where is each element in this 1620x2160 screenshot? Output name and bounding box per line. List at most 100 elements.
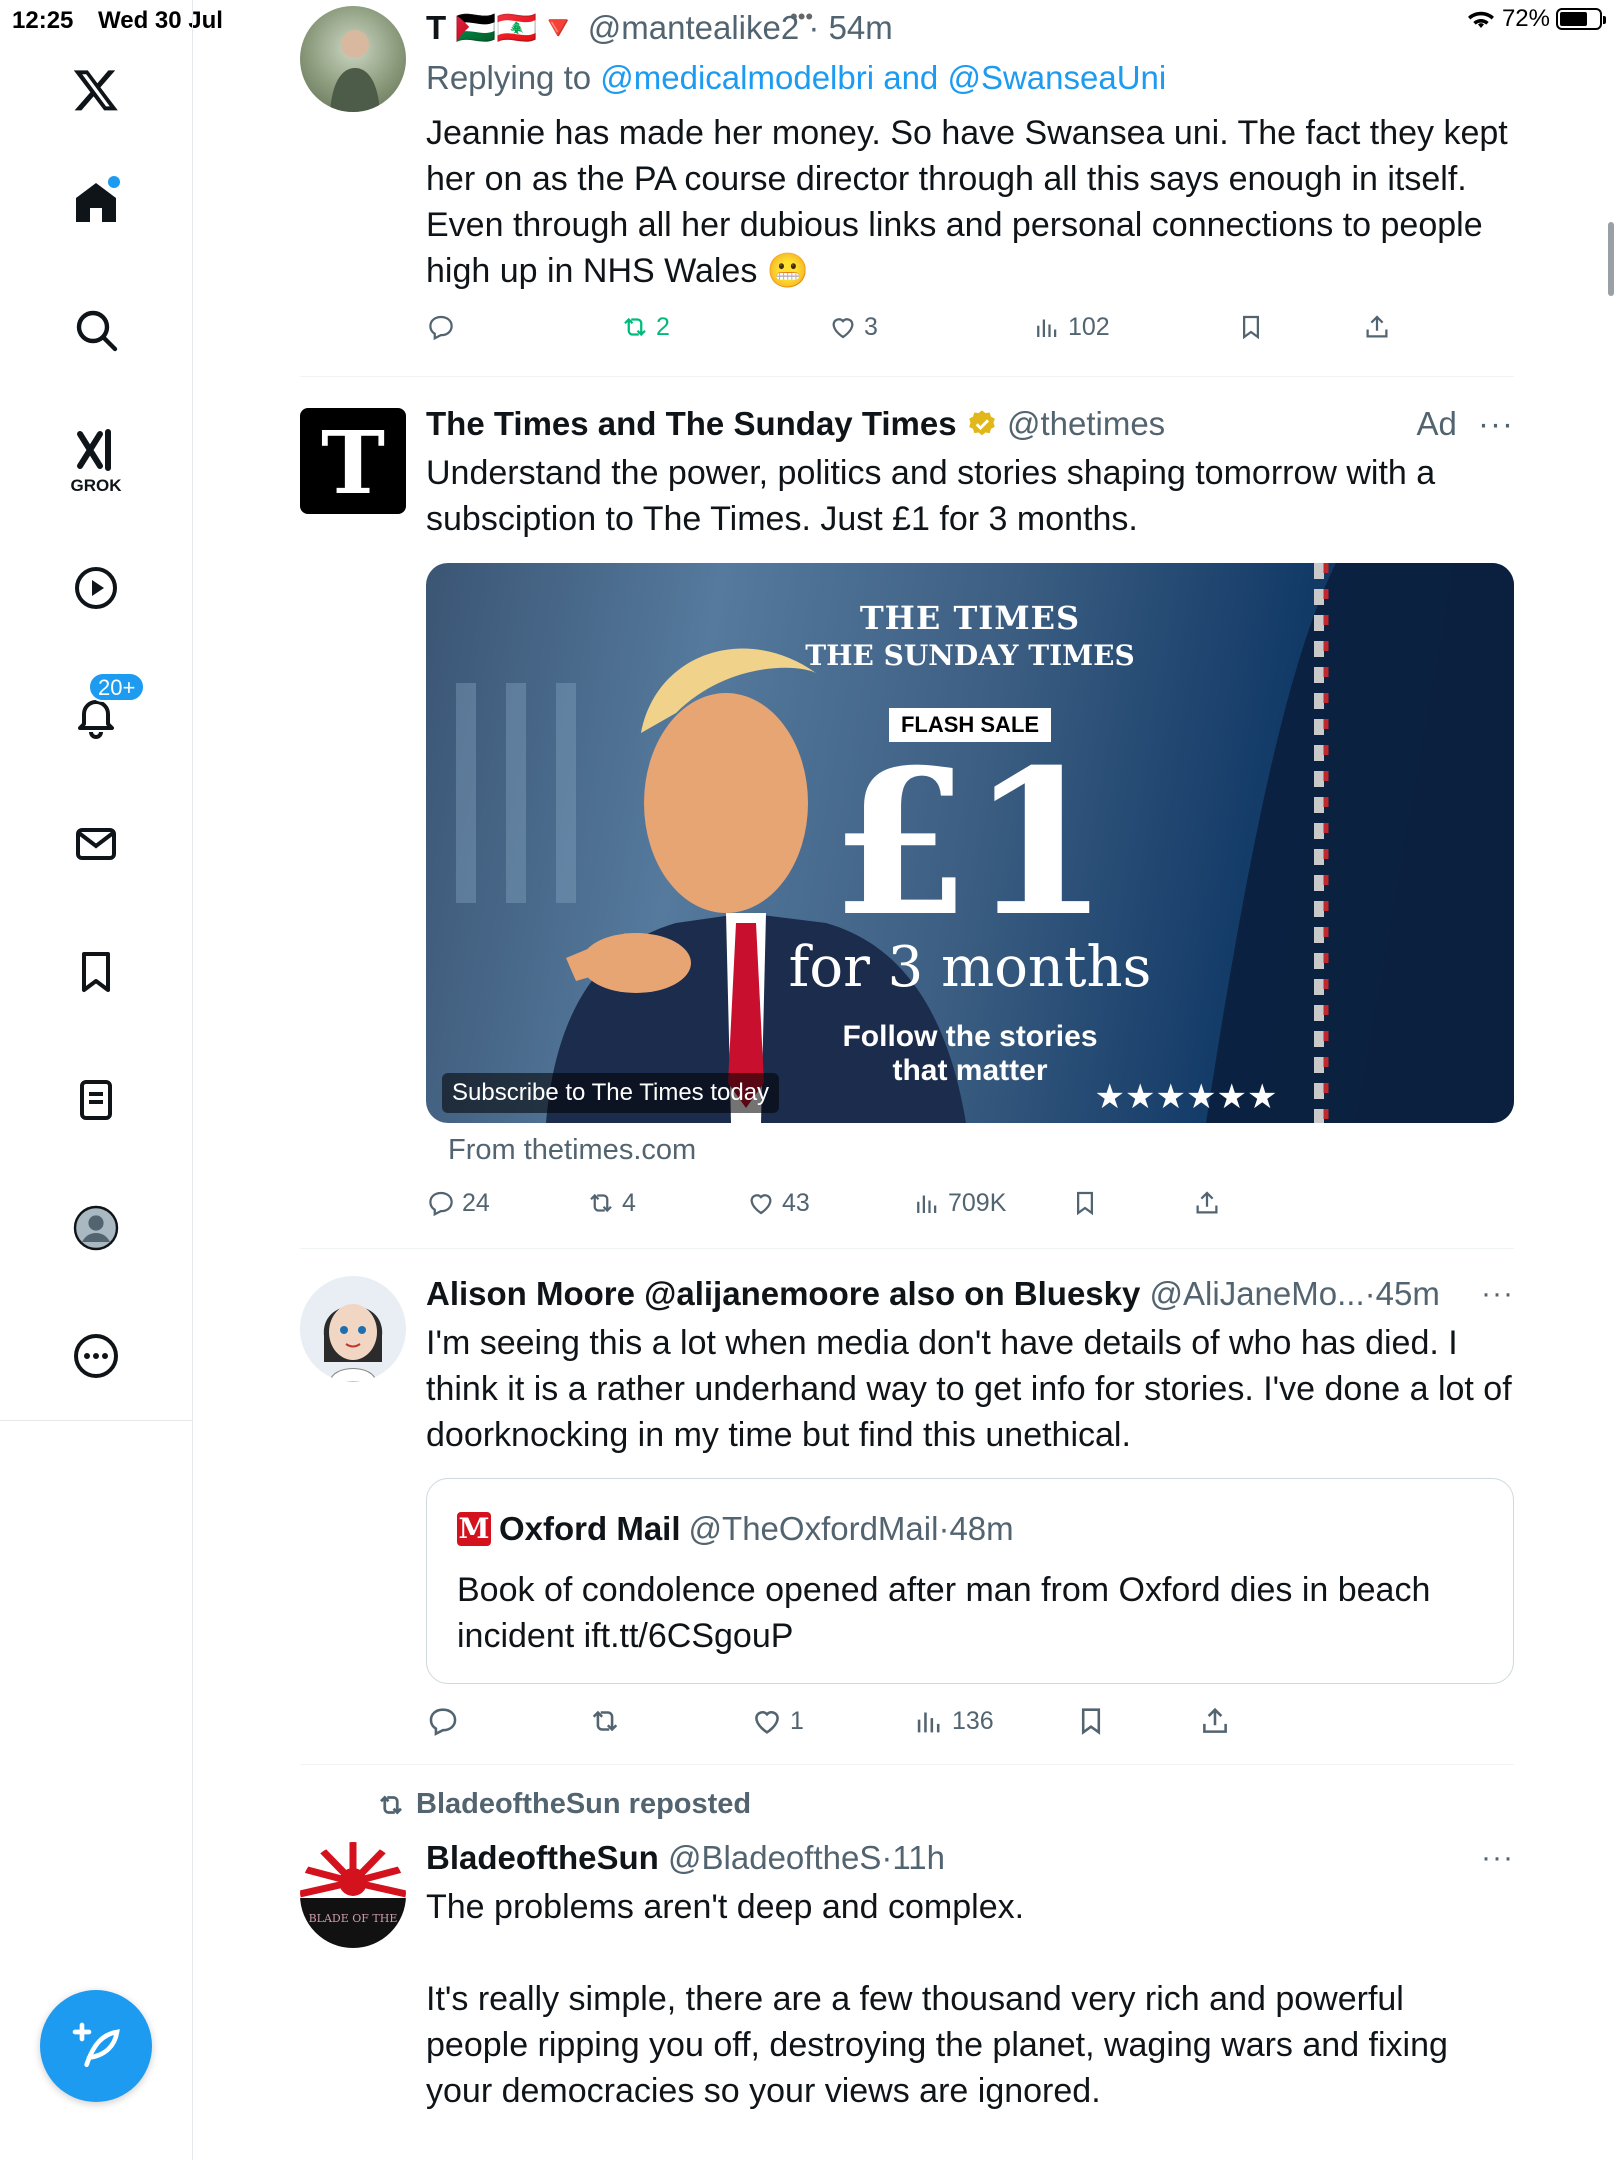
grok-label: GROK (70, 476, 122, 495)
ad-image[interactable]: ★★★★★★ THE TIMES THE SUNDAY TIMES FLASH … (426, 563, 1514, 1123)
quote-handle-text: @TheOxfordMail (688, 1510, 939, 1547)
bookmark-icon[interactable] (66, 942, 126, 1002)
bookmark-button[interactable] (1074, 1704, 1108, 1738)
search-icon[interactable] (66, 300, 126, 360)
share-button[interactable] (1362, 312, 1392, 342)
author-handle[interactable]: @AliJaneMo... (1150, 1275, 1365, 1312)
play-icon[interactable] (66, 558, 126, 618)
tweet-text: I'm seeing this a lot when media don't h… (426, 1324, 1512, 1454)
author-name[interactable]: Alison Moore @alijanemoore also on Blues… (426, 1275, 1140, 1312)
heart-icon (750, 1194, 772, 1215)
x-logo-icon[interactable] (66, 60, 126, 120)
reply-icon (429, 315, 453, 341)
repost-indicator[interactable]: BladeoftheSun reposted (376, 1788, 751, 1821)
like-button[interactable]: 1 (750, 1704, 804, 1738)
views-button[interactable]: 136 (912, 1704, 994, 1738)
repost-count: 2 (656, 312, 670, 341)
reply-icon (429, 1708, 457, 1736)
bookmark-button[interactable] (1236, 312, 1266, 342)
author-handle[interactable]: @thetimes (1007, 405, 1165, 442)
home-icon[interactable] (66, 172, 126, 232)
tweet-header: The Times and The Sunday Times @thetimes (426, 402, 1514, 446)
tweet-text-paragraph-2: It's really simple, there are a few thou… (426, 1980, 1448, 2110)
tweet-time[interactable]: 45m (1376, 1275, 1440, 1312)
bell-icon[interactable]: 20+ (66, 672, 146, 746)
quoted-tweet[interactable]: M Oxford Mail @TheOxfordMail·48m Book of… (426, 1478, 1514, 1684)
more-options-icon[interactable]: ··· (1481, 1272, 1514, 1316)
avatar[interactable]: BLADE OF THE (300, 1842, 406, 1948)
tweet-time[interactable]: 11h (892, 1839, 945, 1876)
more-options-icon[interactable]: ··· (1481, 1836, 1514, 1880)
scrollbar[interactable] (1608, 222, 1614, 296)
like-count: 1 (790, 1706, 804, 1735)
tweet-time[interactable]: 54m (829, 9, 893, 46)
notification-badge: 20+ (88, 672, 146, 702)
sidebar-nav: GROK 20+ (0, 0, 193, 2160)
quote-header: M Oxford Mail @TheOxfordMail·48m (457, 1507, 1014, 1551)
heart-icon (832, 318, 854, 339)
quote-text: Book of condolence opened after man from… (457, 1571, 1431, 1655)
ad-price: £1 (830, 726, 1110, 961)
more-icon[interactable] (66, 1326, 126, 1386)
reply-button[interactable] (426, 1704, 466, 1738)
quote-author-handle[interactable]: @TheOxfordMail·48m (689, 1507, 1014, 1551)
compose-icon (72, 2022, 120, 2067)
compose-button[interactable] (40, 1990, 152, 2102)
ad-source-link[interactable]: From thetimes.com (448, 1134, 696, 1167)
bookmark-icon (1081, 1708, 1101, 1735)
reply-mention-link[interactable]: @SwanseaUni (947, 59, 1166, 96)
svg-text:T: T (321, 421, 385, 501)
author-name[interactable]: BladeoftheSun (426, 1839, 659, 1876)
battery-icon (1556, 8, 1606, 30)
share-icon (1196, 1191, 1218, 1214)
tweet-actions: 1 136 (426, 1704, 1514, 1744)
replying-to: Replying to @medicalmodelbri and @Swanse… (426, 56, 1514, 100)
bookmark-button[interactable] (1070, 1188, 1100, 1218)
tweet-actions: 2 3 102 (426, 312, 1514, 352)
repost-button[interactable] (588, 1704, 628, 1738)
bookmark-icon (1243, 315, 1259, 340)
ad-tagline-1: Follow the stories (842, 1020, 1098, 1053)
reply-and[interactable]: and (883, 59, 938, 96)
avatar[interactable] (300, 1276, 406, 1382)
author-handle[interactable]: @mantealike2 (588, 9, 799, 46)
repost-label: BladeoftheSun reposted (416, 1788, 752, 1820)
share-icon (1203, 1707, 1227, 1733)
reply-count: 24 (462, 1188, 490, 1217)
ad-cta-label[interactable]: Subscribe to The Times today (442, 1073, 780, 1113)
separator-dot: · (808, 9, 820, 46)
like-button[interactable]: 43 (746, 1188, 810, 1218)
repost-count: 4 (622, 1188, 636, 1217)
author-name[interactable]: T 🇵🇸🇱🇧🔻 (426, 9, 579, 46)
tweet-header: BladeoftheSun @BladeoftheS·11h (426, 1836, 1514, 1880)
avatar[interactable] (300, 6, 406, 112)
quote-author-name[interactable]: Oxford Mail (499, 1507, 681, 1551)
share-button[interactable] (1198, 1704, 1232, 1738)
repost-button[interactable]: 2 (620, 312, 670, 342)
list-icon[interactable] (66, 1070, 126, 1130)
reply-mention-link[interactable]: @medicalmodelbri (600, 59, 874, 96)
like-button[interactable]: 3 (828, 312, 878, 342)
views-button[interactable]: 102 (1032, 312, 1110, 342)
masthead-sunday-times: THE SUNDAY TIMES (805, 639, 1135, 672)
home-unread-dot (108, 176, 120, 188)
mail-icon[interactable] (66, 814, 126, 874)
views-button[interactable]: 709K (912, 1188, 1006, 1218)
author-handle[interactable]: @BladeoftheS (668, 1839, 881, 1876)
like-count: 3 (864, 312, 878, 341)
profile-icon[interactable] (66, 1198, 126, 1258)
author-name[interactable]: The Times and The Sunday Times (426, 405, 957, 442)
tweet-actions: 24 4 43 709K (426, 1188, 1514, 1228)
verified-gold-icon (968, 410, 995, 436)
tweet-text: Jeannie has made her money. So have Swan… (426, 114, 1508, 290)
reply-button[interactable] (426, 312, 462, 342)
views-icon (1037, 319, 1057, 337)
grok-icon[interactable] (66, 420, 126, 480)
share-button[interactable] (1192, 1188, 1222, 1218)
times-logo-avatar[interactable]: T (300, 408, 406, 514)
repost-button[interactable]: 4 (586, 1188, 636, 1218)
more-options-icon[interactable]: ··· (1478, 405, 1514, 442)
tweet-divider (300, 1248, 1514, 1249)
tweet-header: T 🇵🇸🇱🇧🔻 @mantealike2 · 54m (426, 6, 1514, 50)
reply-button[interactable]: 24 (426, 1188, 490, 1218)
